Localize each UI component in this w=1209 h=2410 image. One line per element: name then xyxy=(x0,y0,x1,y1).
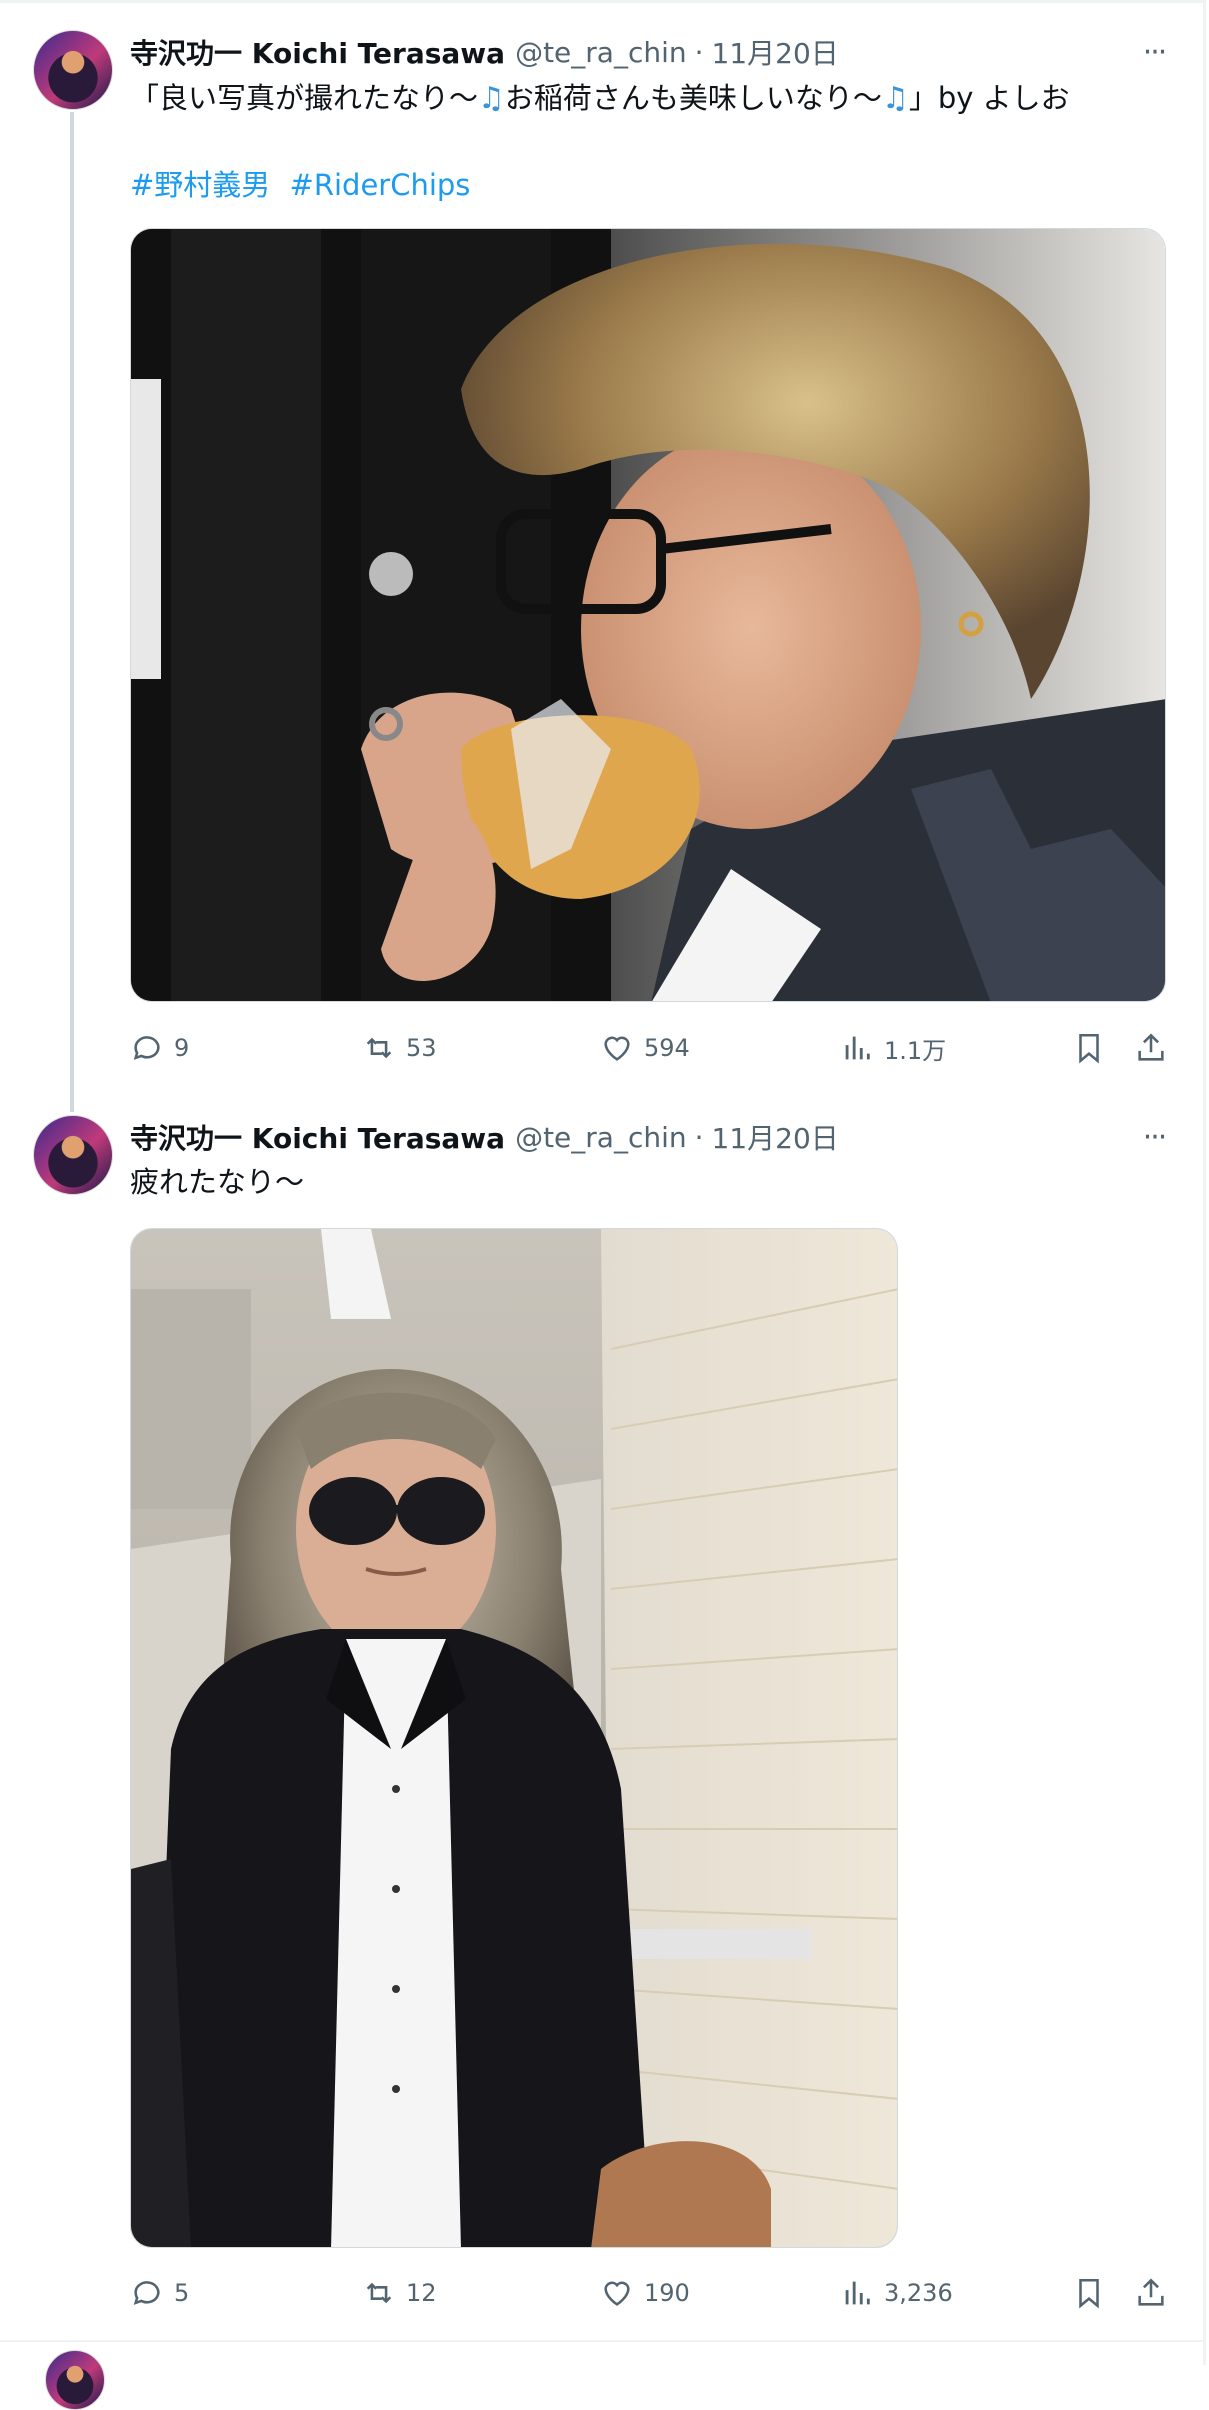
share-button[interactable] xyxy=(1134,2273,1178,2313)
author-handle[interactable]: @te_ra_chin xyxy=(515,36,687,69)
views-chart-icon xyxy=(845,1036,870,1060)
hashtag-list: #野村義男 #RiderChips xyxy=(130,162,480,204)
like-button[interactable]: 190 xyxy=(600,2273,690,2313)
reply-icon xyxy=(133,2281,160,2305)
tweet-photo[interactable] xyxy=(130,228,1166,1002)
bookmark-button[interactable] xyxy=(1072,2273,1116,2313)
tweet-text: 「良い写真が撮れたなり〜♫お稲荷さんも美味しいなり〜♫」by よしお xyxy=(130,78,1070,119)
views-count: 3,236 xyxy=(884,2279,953,2307)
tweet-header: 寺沢功一 Koichi Terasawa @te_ra_chin · 11月20… xyxy=(130,1117,839,1157)
share-button[interactable] xyxy=(1134,1028,1178,1068)
heart-icon xyxy=(604,2281,630,2306)
tweet-header: 寺沢功一 Koichi Terasawa @te_ra_chin · 11月20… xyxy=(130,32,839,72)
hashtag-link[interactable]: #野村義男 xyxy=(130,168,270,202)
dot-separator: · xyxy=(694,35,704,69)
tweet-text-part: 」by よしお xyxy=(908,81,1070,115)
avatar[interactable] xyxy=(45,2350,105,2410)
views-button[interactable]: 3,236 xyxy=(840,2273,953,2313)
author-name[interactable]: 寺沢功一 Koichi Terasawa xyxy=(130,1117,505,1157)
music-note-icon: ♫ xyxy=(881,81,909,116)
tweet-actions: 5 12 190 3,236 xyxy=(130,2273,1170,2313)
reply-button[interactable]: 9 xyxy=(130,1028,189,1068)
retweet-icon xyxy=(366,1037,392,1059)
reply-count: 5 xyxy=(174,2279,190,2307)
tweet-divider xyxy=(0,2340,1206,2342)
tweet-text-part: 「良い写真が撮れたなり〜 xyxy=(130,81,479,115)
share-icon xyxy=(1138,2278,1164,2306)
tweet-actions: 9 53 594 1.1万 xyxy=(130,1028,1170,1068)
hashtag-link[interactable]: #RiderChips xyxy=(290,168,471,202)
retweet-count: 12 xyxy=(406,2279,437,2307)
tweet-date[interactable]: 11月20日 xyxy=(712,32,839,72)
avatar[interactable] xyxy=(33,30,113,110)
reply-icon xyxy=(133,1036,160,1060)
photo-man-eating-inari xyxy=(131,229,1165,1001)
retweet-button[interactable]: 12 xyxy=(362,2273,437,2313)
more-options-button[interactable]: ··· xyxy=(1134,1120,1174,1155)
reply-button[interactable]: 5 xyxy=(130,2273,189,2313)
heart-icon xyxy=(604,1036,630,1061)
tweet-photo[interactable] xyxy=(130,1228,898,2248)
share-icon xyxy=(1138,1033,1164,1061)
tweet-text: 疲れたなり〜 xyxy=(130,1165,305,1199)
bookmark-icon xyxy=(1079,1033,1099,1064)
tweet-text-part: お稲荷さんも美味しいなり〜 xyxy=(504,81,882,115)
views-count: 1.1万 xyxy=(884,1036,947,1065)
author-name[interactable]: 寺沢功一 Koichi Terasawa xyxy=(130,32,505,72)
retweet-button[interactable]: 53 xyxy=(362,1028,437,1068)
retweet-icon xyxy=(366,2282,392,2304)
reply-count: 9 xyxy=(174,1034,190,1062)
views-button[interactable]: 1.1万 xyxy=(840,1028,946,1068)
author-handle[interactable]: @te_ra_chin xyxy=(515,1121,687,1154)
more-options-button[interactable]: ··· xyxy=(1134,35,1174,70)
music-note-icon: ♫ xyxy=(478,81,505,116)
like-count: 594 xyxy=(644,1034,690,1062)
bookmark-button[interactable] xyxy=(1072,1028,1116,1068)
retweet-count: 53 xyxy=(406,1034,437,1062)
like-count: 190 xyxy=(644,2279,690,2307)
dot-separator: · xyxy=(694,1120,704,1154)
views-chart-icon xyxy=(845,2281,870,2305)
bookmark-icon xyxy=(1079,2278,1099,2309)
like-button[interactable]: 594 xyxy=(600,1028,690,1068)
avatar[interactable] xyxy=(33,1115,113,1195)
tweet-date[interactable]: 11月20日 xyxy=(712,1117,839,1157)
photo-man-in-sunglasses xyxy=(131,1229,897,2247)
thread-connector-line xyxy=(70,112,74,1112)
